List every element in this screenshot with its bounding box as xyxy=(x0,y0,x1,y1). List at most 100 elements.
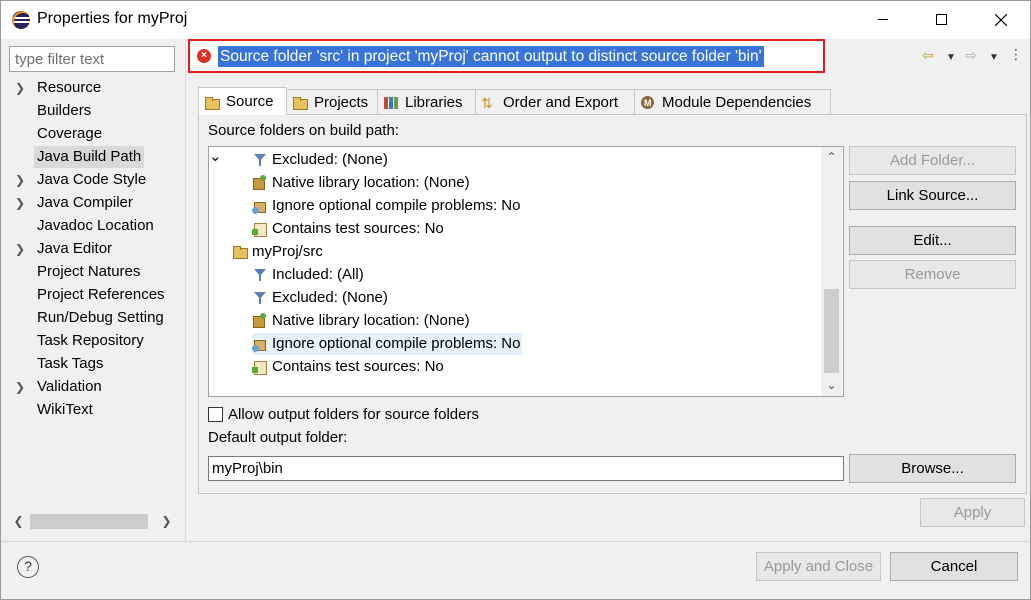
help-icon[interactable]: ? xyxy=(17,556,39,578)
tab-label: Module Dependencies xyxy=(662,93,812,111)
property-page-tree: ❯ Resource Builders Coverage Java Build … xyxy=(9,77,176,509)
tree-item-label: Ignore optional compile problems: No xyxy=(272,197,521,214)
edit-button[interactable]: Edit... xyxy=(849,226,1016,255)
test-sources-icon xyxy=(252,221,268,237)
nav-item-label: Java Editor xyxy=(37,240,113,257)
tree-item-excluded[interactable]: Excluded: (None) xyxy=(252,287,388,309)
tree-item-included[interactable]: Included: (All) xyxy=(252,264,364,286)
close-button[interactable] xyxy=(972,1,1030,39)
scrollbar-thumb[interactable] xyxy=(30,514,148,529)
tree-item-label: Contains test sources: No xyxy=(272,220,444,237)
test-sources-icon xyxy=(252,359,268,375)
libraries-icon xyxy=(383,95,399,109)
tab-module-dependencies[interactable]: Module Dependencies xyxy=(634,89,831,115)
apply-and-close-button[interactable]: Apply and Close xyxy=(756,552,881,581)
projects-icon xyxy=(292,95,308,110)
tree-item-label: Ignore optional compile problems: No xyxy=(272,335,521,352)
maximize-button[interactable] xyxy=(912,1,970,39)
pane-divider xyxy=(185,39,186,541)
tree-item-label: Contains test sources: No xyxy=(272,358,444,375)
add-folder-button[interactable]: Add Folder... xyxy=(849,146,1016,175)
tree-item-label: Native library location: (None) xyxy=(272,174,470,191)
allow-output-folders-label: Allow output folders for source folders xyxy=(228,405,479,423)
window-title: Properties for myProj xyxy=(37,10,188,27)
maximize-icon xyxy=(935,14,947,26)
nav-item-label: Project Natures xyxy=(37,263,141,280)
nav-item-label: Task Repository xyxy=(37,332,144,349)
tab-label: Libraries xyxy=(405,93,463,111)
ignore-problems-icon xyxy=(252,336,268,352)
back-arrow-icon[interactable]: ⇦ xyxy=(922,47,934,64)
tree-item-test-sources[interactable]: Contains test sources: No xyxy=(252,356,444,378)
tree-item-native-library[interactable]: Native library location: (None) xyxy=(252,310,470,332)
tab-projects[interactable]: Projects xyxy=(286,89,378,114)
source-folders-label: Source folders on build path: xyxy=(208,122,399,139)
build-path-tabs: Source Projects Libraries Order and Expo… xyxy=(198,87,831,115)
view-menu-icon[interactable]: ⋮ xyxy=(1009,46,1023,63)
forward-dropdown-icon[interactable]: ▼ xyxy=(989,52,999,63)
tab-libraries[interactable]: Libraries xyxy=(377,89,476,114)
remove-button[interactable]: Remove xyxy=(849,260,1016,289)
expand-icon[interactable]: ❯ xyxy=(15,77,27,99)
expand-icon[interactable]: ❯ xyxy=(15,192,27,214)
footer-divider xyxy=(1,541,1030,542)
filter-input[interactable] xyxy=(9,46,175,72)
collapse-icon[interactable]: ⌄ xyxy=(209,148,222,165)
nav-item-label: Builders xyxy=(37,102,92,119)
tree-item-ignore-problems[interactable]: Ignore optional compile problems: No xyxy=(252,333,523,355)
order-export-icon xyxy=(481,92,497,115)
error-icon: × xyxy=(197,49,211,63)
tree-item-test-sources[interactable]: Contains test sources: No xyxy=(252,218,444,240)
scroll-right-icon[interactable]: ❯ xyxy=(157,512,176,531)
nav-item-label: Java Build Path xyxy=(34,146,145,168)
allow-output-folders-checkbox[interactable] xyxy=(208,406,223,422)
apply-button[interactable]: Apply xyxy=(920,498,1025,527)
tab-label: Source xyxy=(226,93,274,110)
nav-item-label: Project References xyxy=(37,286,165,303)
error-message: Source folder 'src' in project 'myProj' … xyxy=(218,46,764,67)
nav-item-label: WikiText xyxy=(37,401,93,418)
minimize-button[interactable] xyxy=(854,1,912,39)
tree-item-label: myProj/src xyxy=(252,243,323,260)
error-message-bar: × Source folder 'src' in project 'myProj… xyxy=(188,39,825,73)
allow-output-folders-option[interactable]: Allow output folders for source folders xyxy=(208,404,479,424)
expand-icon[interactable]: ❯ xyxy=(15,169,27,191)
native-library-icon xyxy=(252,313,268,329)
tree-item-excluded[interactable]: Excluded: (None) xyxy=(252,149,388,171)
filter-icon xyxy=(252,290,268,306)
tab-source[interactable]: Source xyxy=(198,87,287,115)
nav-item-label: Resource xyxy=(37,79,102,96)
forward-arrow-icon[interactable]: ⇨ xyxy=(965,47,977,64)
source-folder-icon xyxy=(232,244,248,260)
tab-label: Projects xyxy=(314,93,369,111)
default-output-folder-field[interactable]: myProj\bin xyxy=(208,456,844,481)
tree-item-ignore-problems[interactable]: Ignore optional compile problems: No xyxy=(252,195,520,217)
close-icon xyxy=(994,13,1008,27)
scroll-up-icon[interactable]: ⌃ xyxy=(821,147,842,168)
scrollbar-thumb[interactable] xyxy=(824,289,839,373)
tree-item-native-library[interactable]: Native library location: (None) xyxy=(252,172,470,194)
expand-icon[interactable]: ❯ xyxy=(15,376,27,398)
source-folder-icon xyxy=(204,95,220,110)
tree-item-myproj-src[interactable]: myProj/src xyxy=(232,241,323,263)
default-output-folder-label: Default output folder: xyxy=(208,429,348,446)
eclipse-icon xyxy=(12,11,30,29)
filter-icon xyxy=(252,152,268,168)
nav-item-label: Java Code Style xyxy=(37,171,147,188)
browse-button[interactable]: Browse... xyxy=(849,454,1016,483)
cancel-button[interactable]: Cancel xyxy=(890,552,1018,581)
ignore-problems-icon xyxy=(252,198,268,214)
tab-order-and-export[interactable]: Order and Export xyxy=(475,89,635,115)
nav-item-label: Run/Debug Setting xyxy=(37,309,164,326)
filter-icon xyxy=(252,267,268,283)
scroll-left-icon[interactable]: ❮ xyxy=(9,512,28,531)
native-library-icon xyxy=(252,175,268,191)
back-dropdown-icon[interactable]: ▼ xyxy=(946,52,956,63)
source-tree-scrollbar[interactable]: ⌃ ⌄ xyxy=(821,147,842,396)
properties-dialog: Properties for myProj ❯ Resource Builder… xyxy=(0,0,1031,600)
expand-icon[interactable]: ❯ xyxy=(15,238,27,260)
left-horizontal-scrollbar[interactable]: ❮ ❯ xyxy=(9,512,176,531)
scroll-down-icon[interactable]: ⌄ xyxy=(821,375,842,396)
link-source-button[interactable]: Link Source... xyxy=(849,181,1016,210)
module-icon xyxy=(640,92,656,115)
